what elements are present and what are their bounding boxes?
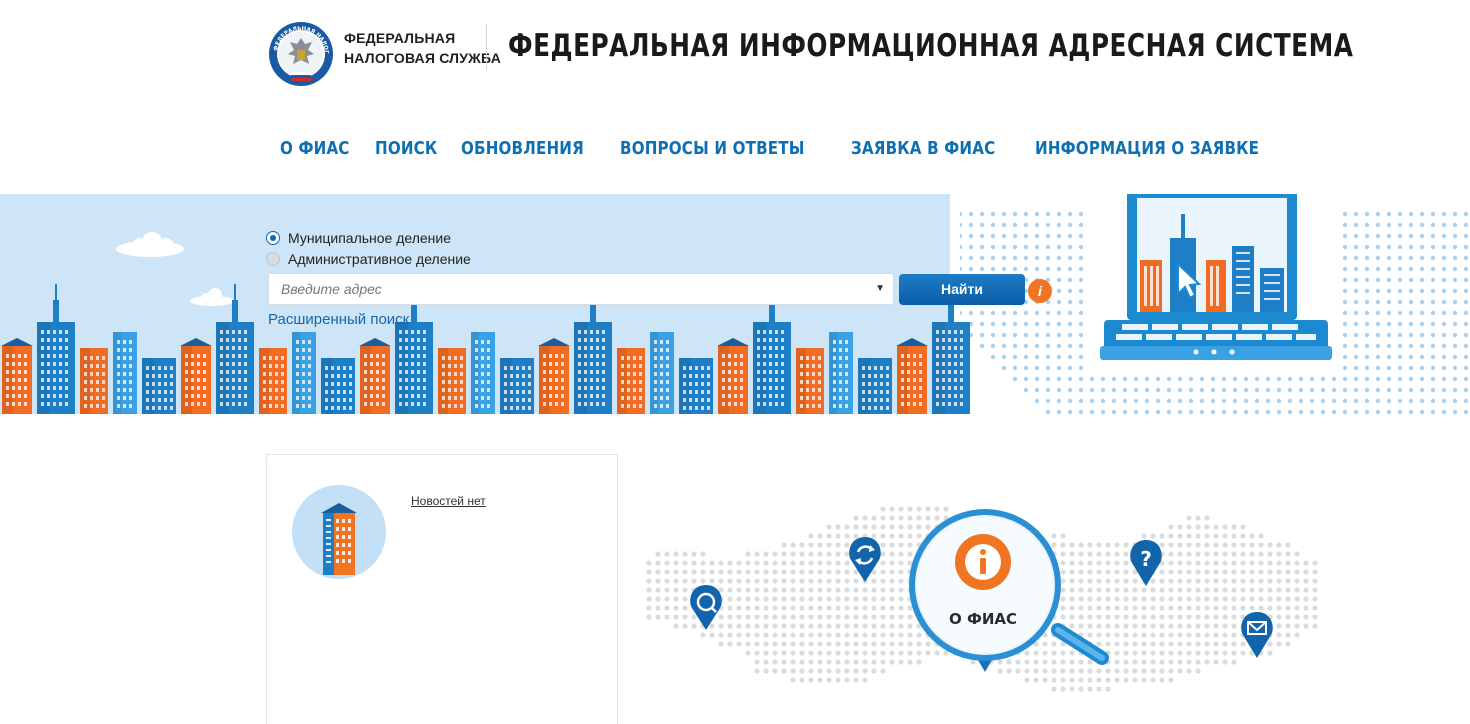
org-name: Федеральная налоговая служба [344, 28, 501, 68]
address-search-input[interactable]: Введите адрес ▼ [268, 273, 894, 305]
question-icon: ? [1140, 547, 1152, 571]
nav-item-updates[interactable]: ОБНОВЛЕНИЯ [461, 138, 584, 159]
radio-municipal[interactable] [266, 231, 280, 245]
building-icon [292, 485, 386, 579]
nav-item-request[interactable]: ЗАЯВКА В ФИАС [851, 138, 995, 159]
about-fias-label: О ФИАС [949, 610, 1017, 628]
address-placeholder: Введите адрес [281, 281, 382, 297]
dropdown-caret-icon[interactable]: ▼ [875, 274, 885, 304]
org-name-line1: Федеральная [344, 30, 456, 46]
radio-administrative[interactable] [266, 252, 280, 266]
nav-item-faq[interactable]: ВОПРОСЫ И ОТВЕТЫ [620, 138, 805, 159]
refresh-pin[interactable] [849, 537, 881, 582]
radio-municipal-option[interactable]: Муниципальное деление [266, 230, 451, 246]
russia-map-illustration: О ФИАС ? [646, 506, 1318, 692]
nav-item-about[interactable]: О ФИАС [280, 138, 350, 159]
no-news-link[interactable]: Новостей нет [411, 494, 486, 508]
radio-administrative-option[interactable]: Административное деление [266, 251, 471, 267]
search-pin[interactable] [690, 585, 722, 630]
nav-item-request-info[interactable]: ИНФОРМАЦИЯ О ЗАЯВКЕ [1035, 138, 1259, 159]
mail-pin[interactable] [1241, 612, 1273, 658]
header-divider [486, 24, 487, 70]
radio-municipal-label: Муниципальное деление [288, 230, 452, 246]
nav-item-search[interactable]: ПОИСК [375, 138, 437, 159]
site-title: ФЕДЕРАЛЬНАЯ ИНФОРМАЦИОННАЯ АДРЕСНАЯ СИСТ… [508, 28, 1354, 64]
site-header: ФЕДЕРАЛЬНАЯ НАЛОГОВАЯ СЛУЖБА Федеральная… [0, 0, 1470, 100]
info-icon[interactable]: i [1028, 279, 1052, 303]
advanced-search-link[interactable]: Расширенный поиск [268, 311, 409, 328]
main-nav: О ФИАС ПОИСК ОБНОВЛЕНИЯ ВОПРОСЫ И ОТВЕТЫ… [280, 138, 1302, 159]
fns-logo[interactable]: ФЕДЕРАЛЬНАЯ НАЛОГОВАЯ СЛУЖБА [268, 20, 334, 88]
laptop-illustration [1100, 194, 1332, 360]
find-button[interactable]: Найти [899, 274, 1025, 305]
radio-administrative-label: Административное деление [288, 251, 471, 267]
news-card: Новостей нет [266, 454, 618, 724]
org-name-line2: налоговая служба [344, 50, 502, 66]
